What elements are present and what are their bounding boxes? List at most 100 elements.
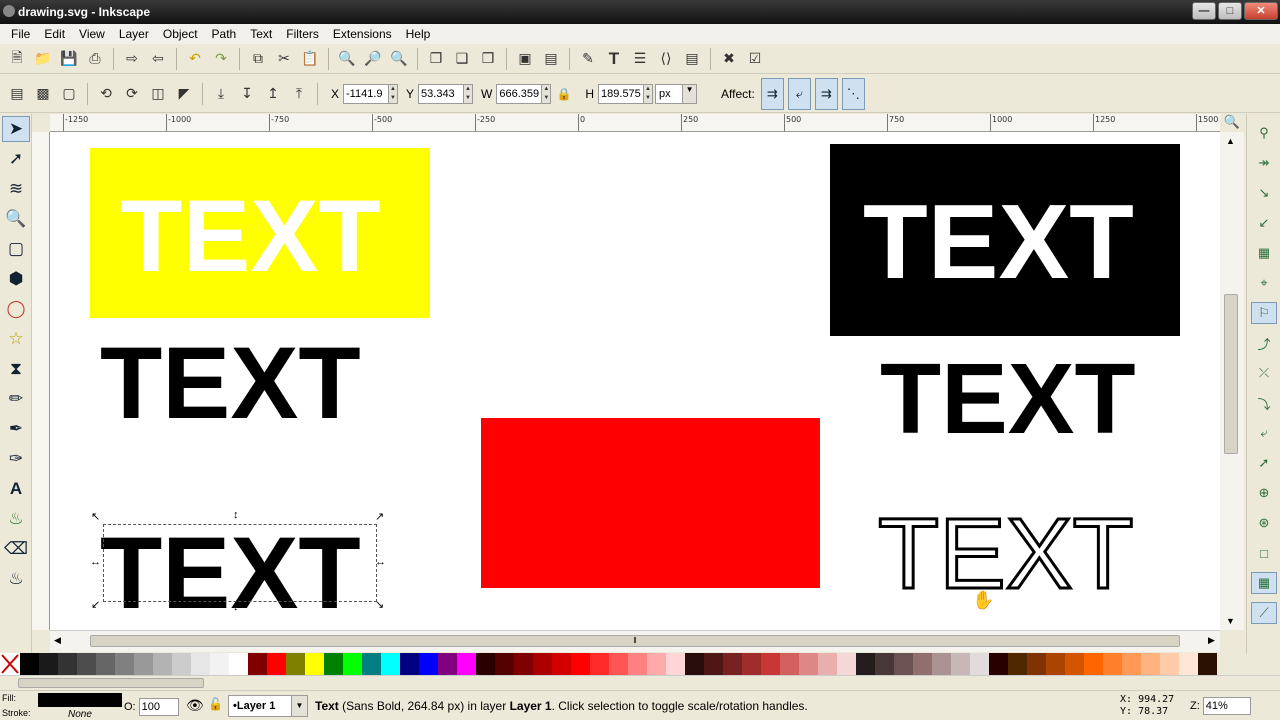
spiral-tool-icon[interactable]: ⧗: [2, 356, 30, 382]
open-icon[interactable]: 📁: [32, 48, 54, 70]
palette-swatch[interactable]: [704, 653, 723, 675]
palette-swatch[interactable]: [191, 653, 210, 675]
palette-swatch[interactable]: [1160, 653, 1179, 675]
snap-midpoints-icon[interactable]: ➚: [1251, 452, 1277, 474]
drawing-canvas[interactable]: TEXT TEXT TEXT ↖ ↕ ↗ ↔ ↔ ↙ ↕ ↘ TEXT TEXT…: [50, 132, 1220, 630]
menu-help[interactable]: Help: [399, 24, 438, 44]
palette-swatch[interactable]: [951, 653, 970, 675]
palette-swatch[interactable]: [457, 653, 476, 675]
scroll-down-icon[interactable]: ▼: [1226, 616, 1235, 626]
scale-handle-n[interactable]: ↕: [233, 510, 239, 521]
lower-to-bottom-icon[interactable]: ⤓: [210, 83, 232, 105]
palette-swatch[interactable]: [362, 653, 381, 675]
snap-bbox-midpoint-icon[interactable]: ▦: [1251, 242, 1277, 264]
unit-select[interactable]: px ▼: [655, 83, 698, 104]
duplicate-icon[interactable]: ❐: [425, 48, 447, 70]
palette-swatch[interactable]: [685, 653, 704, 675]
select-all-layers-icon[interactable]: ▩: [32, 83, 54, 105]
palette-swatch[interactable]: [96, 653, 115, 675]
snap-guides-icon[interactable]: ⟋: [1251, 602, 1277, 624]
palette-swatch[interactable]: [970, 653, 989, 675]
ungroup-icon[interactable]: ▤: [540, 48, 562, 70]
xml-editor-icon[interactable]: ⟨⟩: [655, 48, 677, 70]
palette-swatch[interactable]: [533, 653, 552, 675]
palette-swatch[interactable]: [210, 653, 229, 675]
h-spin-arrows[interactable]: ▲ ▼: [644, 83, 654, 104]
palette-swatch[interactable]: [799, 653, 818, 675]
palette-swatch[interactable]: [761, 653, 780, 675]
x-input[interactable]: [343, 83, 390, 104]
snap-bbox-corner-icon[interactable]: ↙: [1251, 212, 1277, 234]
affect-rounded-corners-button[interactable]: ⤶: [787, 77, 811, 110]
affect-stroke-width-button[interactable]: ⇉: [760, 77, 784, 110]
scale-handle-nw[interactable]: ↖: [91, 512, 100, 523]
ellipse-tool-icon[interactable]: ◯: [2, 296, 30, 322]
x-spin-arrows[interactable]: ▲ ▼: [389, 83, 399, 104]
document-properties-icon[interactable]: ☑: [744, 48, 766, 70]
snap-nodes-icon[interactable]: ⚐: [1251, 302, 1277, 324]
fill-indicator[interactable]: [38, 693, 122, 707]
red-rectangle[interactable]: [481, 418, 820, 588]
selector-tool-icon[interactable]: ➤: [2, 116, 30, 142]
outline-text[interactable]: TEXT: [877, 503, 1136, 606]
w-spin-arrows[interactable]: ▲ ▼: [542, 83, 552, 104]
scale-handle-s[interactable]: ↕: [233, 602, 239, 613]
palette-swatch[interactable]: [1103, 653, 1122, 675]
black-text-left[interactable]: TEXT: [100, 332, 361, 434]
snap-cusp-nodes-icon[interactable]: ⤵: [1251, 392, 1277, 414]
scale-handle-w[interactable]: ↔: [90, 557, 101, 568]
menu-path[interactable]: Path: [205, 24, 244, 44]
rotate-cw-icon[interactable]: ⟳: [121, 83, 143, 105]
snap-enable-icon[interactable]: ⚲: [1251, 122, 1277, 144]
unlink-clone-icon[interactable]: ❒: [477, 48, 499, 70]
menu-text[interactable]: Text: [243, 24, 279, 44]
palette-swatch[interactable]: [666, 653, 685, 675]
lower-icon[interactable]: ↧: [236, 83, 258, 105]
paste-icon[interactable]: 📋: [299, 48, 321, 70]
menu-layer[interactable]: Layer: [112, 24, 156, 44]
export-icon[interactable]: ⇦: [147, 48, 169, 70]
h-input[interactable]: [598, 83, 645, 104]
palette-swatch[interactable]: [248, 653, 267, 675]
scroll-left-icon[interactable]: ◀: [54, 635, 61, 646]
palette-swatch[interactable]: [153, 653, 172, 675]
undo-icon[interactable]: ↶: [184, 48, 206, 70]
palette-swatch[interactable]: [913, 653, 932, 675]
palette-swatch[interactable]: [894, 653, 913, 675]
palette-swatch[interactable]: [875, 653, 894, 675]
zoom-corner-icon[interactable]: 🔍: [1220, 114, 1244, 132]
scroll-right-icon[interactable]: ▶: [1208, 635, 1215, 646]
white-text-on-black[interactable]: TEXT: [863, 189, 1134, 295]
snap-intersections-icon[interactable]: ⤫: [1251, 362, 1277, 384]
snap-page-border-icon[interactable]: □: [1251, 542, 1277, 564]
vertical-scroll-thumb[interactable]: [1224, 294, 1238, 454]
preferences-icon[interactable]: ✖: [718, 48, 740, 70]
raise-to-top-icon[interactable]: ⤒: [288, 83, 310, 105]
rotate-ccw-icon[interactable]: ⟲: [95, 83, 117, 105]
palette-swatch[interactable]: [1046, 653, 1065, 675]
palette-swatch[interactable]: [1084, 653, 1103, 675]
palette-swatch[interactable]: [723, 653, 742, 675]
palette-swatch[interactable]: [647, 653, 666, 675]
palette-swatch[interactable]: [495, 653, 514, 675]
layers-icon[interactable]: ☰: [629, 48, 651, 70]
scale-handle-sw[interactable]: ↙: [91, 600, 100, 611]
palette-swatch[interactable]: [324, 653, 343, 675]
menu-view[interactable]: View: [72, 24, 112, 44]
palette-swatch[interactable]: [590, 653, 609, 675]
flip-vertical-icon[interactable]: ◤: [173, 83, 195, 105]
affect-patterns-button[interactable]: ⋱: [841, 77, 865, 110]
calligraphy-tool-icon[interactable]: ✑: [2, 446, 30, 472]
vertical-scrollbar[interactable]: ▲ ▼: [1220, 132, 1244, 630]
palette-swatch[interactable]: [305, 653, 324, 675]
palette-swatch[interactable]: [1198, 653, 1217, 675]
palette-swatch[interactable]: [1027, 653, 1046, 675]
3d-box-tool-icon[interactable]: ⬢: [2, 266, 30, 292]
select-all-icon[interactable]: ▤: [6, 83, 28, 105]
fill-stroke-icon[interactable]: ✎: [577, 48, 599, 70]
palette-swatch[interactable]: [39, 653, 58, 675]
close-button[interactable]: ✕: [1244, 2, 1278, 20]
y-spin-arrows[interactable]: ▲ ▼: [464, 83, 474, 104]
palette-swatch[interactable]: [856, 653, 875, 675]
palette-swatch[interactable]: [267, 653, 286, 675]
